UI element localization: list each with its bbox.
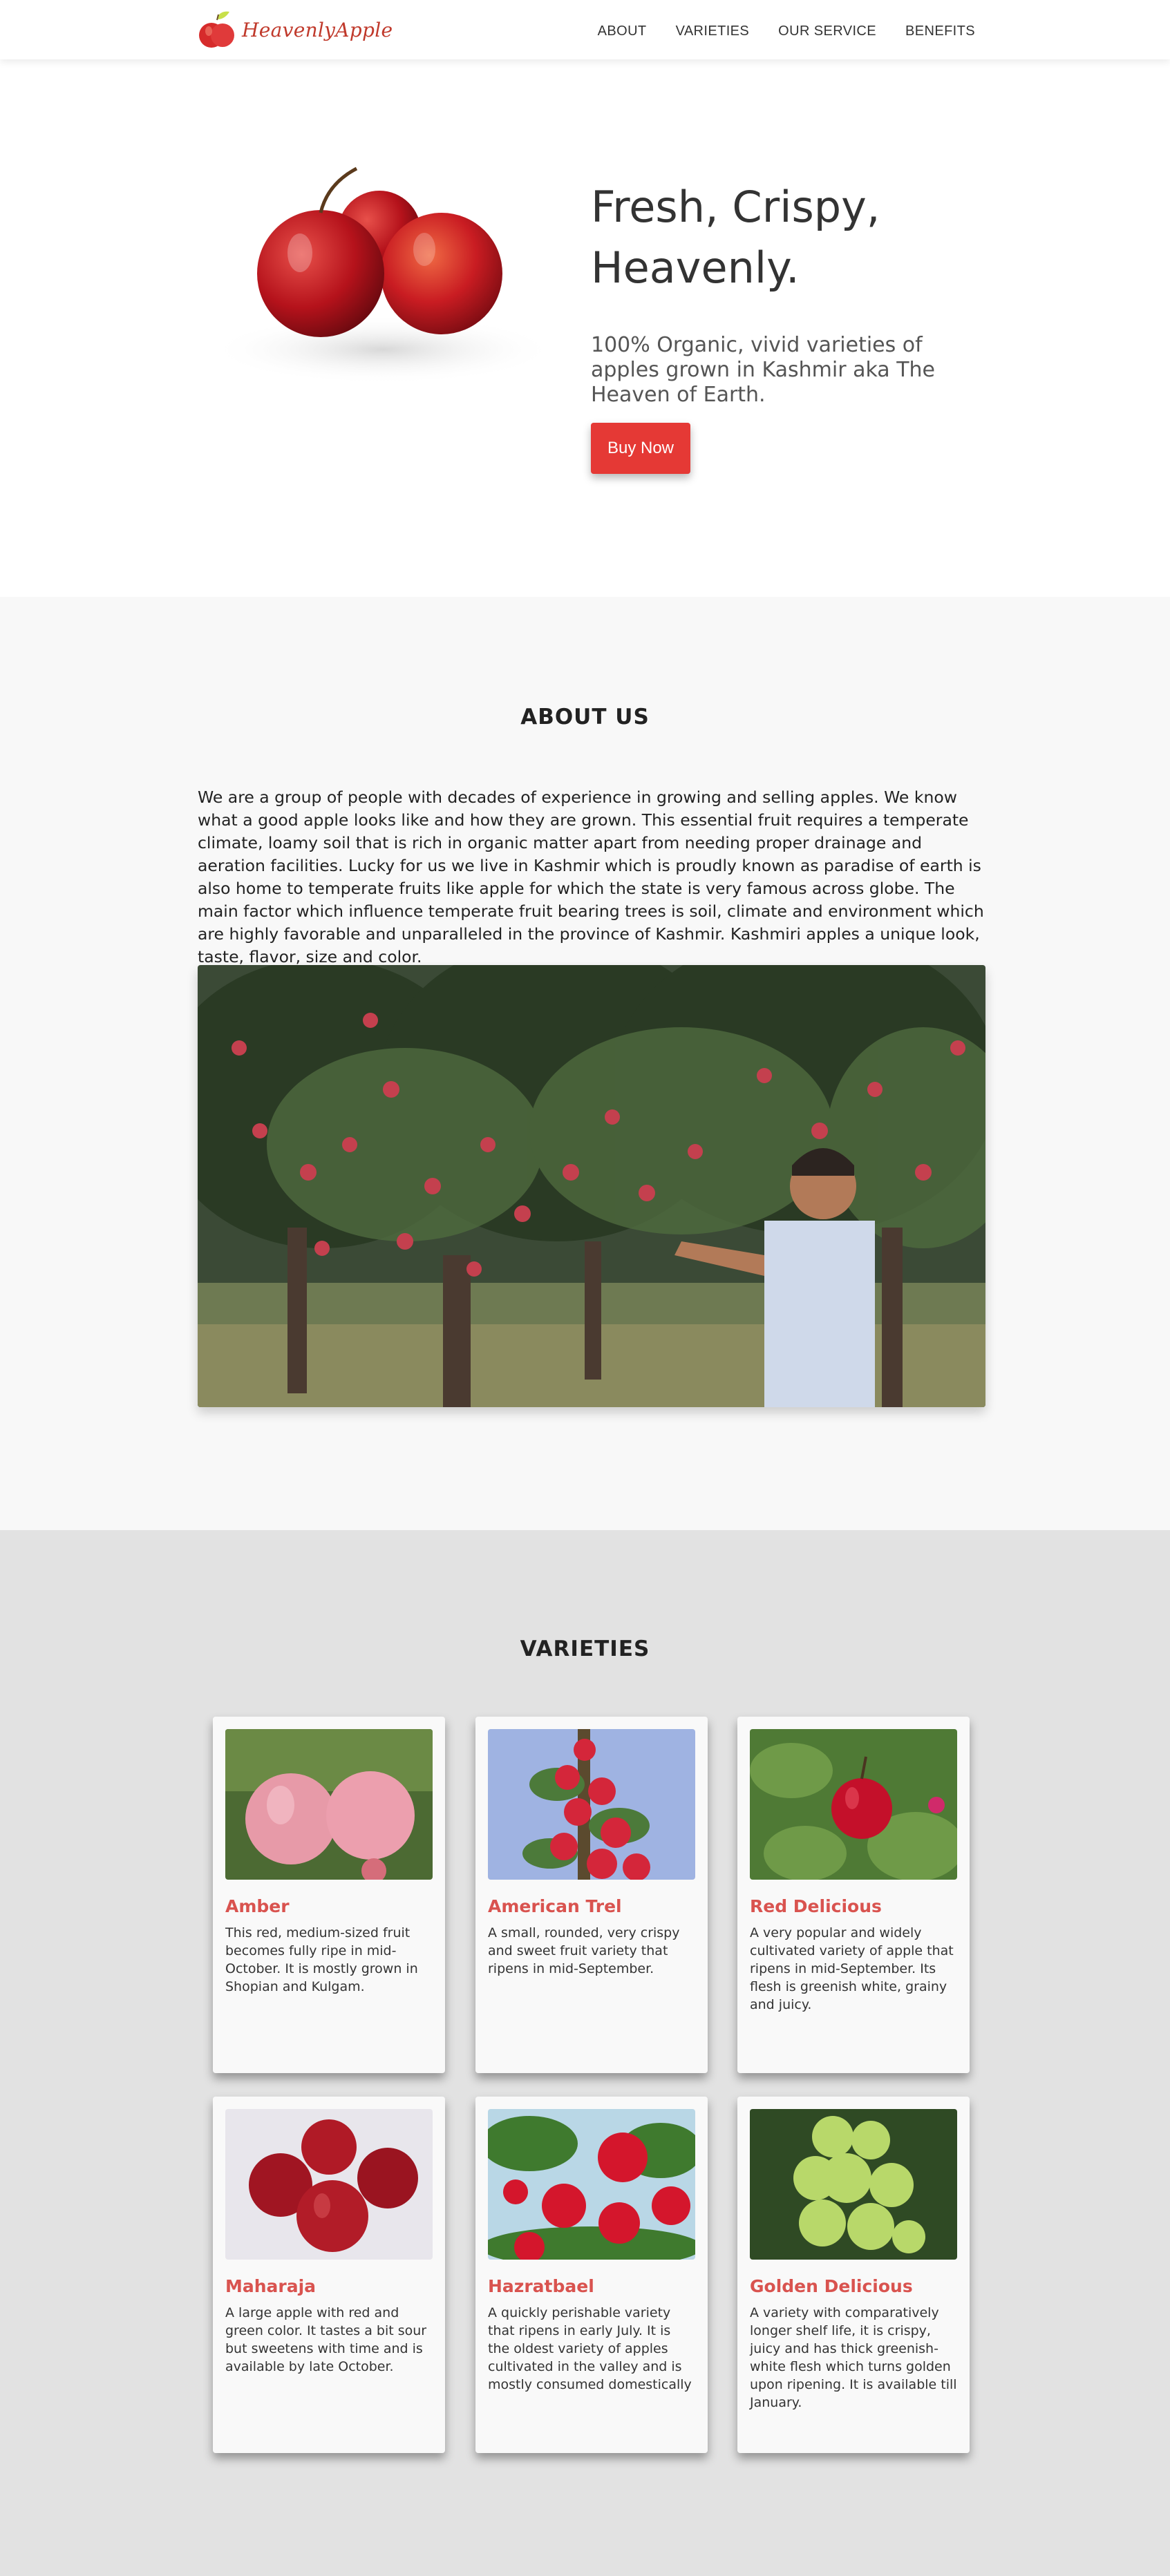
brand-logo-link[interactable]: HeavenlyApple — [196, 7, 393, 53]
about-section: ABOUT US We are a group of people with d… — [0, 597, 1170, 1530]
variety-card-golden-delicious: Golden Delicious A variety with comparat… — [737, 2097, 970, 2453]
buy-now-button[interactable]: Buy Now — [591, 423, 690, 474]
variety-description: A very popular and widely cultivated var… — [750, 1925, 954, 2012]
varieties-title: VARIETIES — [520, 1637, 650, 1661]
hazratbael-apple-image — [488, 2109, 695, 2260]
brand-name: HeavenlyApple — [242, 18, 393, 41]
red-delicious-apple-image — [750, 1729, 957, 1880]
american-trel-apple-image — [488, 1729, 695, 1880]
nav-about[interactable]: ABOUT — [598, 23, 647, 39]
variety-name: Maharaja — [225, 2276, 317, 2296]
navbar: HeavenlyApple ABOUT VARIETIES OUR SERVIC… — [0, 0, 1170, 59]
hero-subtitle: 100% Organic, vivid varieties of apples … — [591, 333, 936, 407]
variety-description: A large apple with red and green color. … — [225, 2305, 427, 2374]
about-title: ABOUT US — [520, 705, 650, 729]
variety-name: Golden Delicious — [750, 2276, 913, 2296]
variety-description: A variety with comparatively longer shel… — [750, 2305, 957, 2410]
amber-apple-image — [225, 1729, 433, 1880]
variety-card-amber: Amber This red, medium-sized fruit becom… — [213, 1717, 445, 2073]
variety-card-red-delicious: Red Delicious A very popular and widely … — [737, 1717, 970, 2073]
nav-benefits[interactable]: BENEFITS — [905, 23, 975, 39]
main-nav: ABOUT VARIETIES OUR SERVICE BENEFITS — [569, 23, 975, 39]
variety-description: This red, medium-sized fruit becomes ful… — [225, 1925, 418, 1994]
about-text: We are a group of people with decades of… — [198, 788, 984, 966]
variety-card-maharaja: Maharaja A large apple with red and gree… — [213, 2097, 445, 2453]
orchard-image — [198, 965, 985, 1407]
hero-apples-image — [210, 166, 556, 384]
variety-description: A small, rounded, very crispy and sweet … — [488, 1925, 680, 1976]
nav-our-service[interactable]: OUR SERVICE — [778, 23, 876, 39]
apple-logo-icon — [199, 11, 234, 48]
variety-name: Red Delicious — [750, 1896, 882, 1916]
variety-card-american-trel: American Trel A small, rounded, very cri… — [475, 1717, 708, 2073]
variety-card-hazratbael: Hazratbael A quickly perishable variety … — [475, 2097, 708, 2453]
hero-section: Fresh, Crispy, Heavenly. 100% Organic, v… — [0, 59, 1170, 597]
hero-title: Fresh, Crispy, Heavenly. — [591, 182, 880, 293]
varieties-section: VARIETIES Amber This red, medium-sized f… — [0, 1530, 1170, 2576]
variety-name: Amber — [225, 1896, 290, 1916]
maharaja-apple-image — [225, 2109, 433, 2260]
variety-name: Hazratbael — [488, 2276, 594, 2296]
variety-description: A quickly perishable variety that ripens… — [488, 2305, 692, 2392]
nav-varieties[interactable]: VARIETIES — [676, 23, 750, 39]
golden-delicious-apple-image — [750, 2109, 957, 2260]
variety-name: American Trel — [488, 1896, 622, 1916]
